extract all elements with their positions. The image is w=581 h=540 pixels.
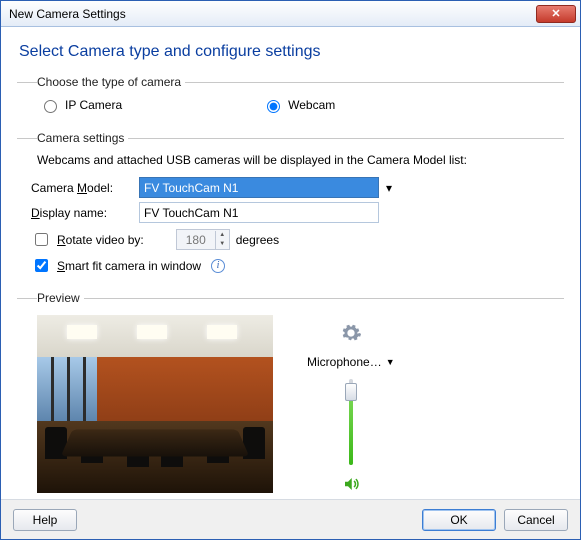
rotate-degrees-value: 180: [177, 233, 215, 247]
preview-legend: Preview: [37, 291, 84, 305]
help-button[interactable]: Help: [13, 509, 77, 531]
titlebar: New Camera Settings ✕: [1, 1, 580, 27]
camera-type-legend: Choose the type of camera: [37, 75, 185, 89]
microphone-level-slider[interactable]: [341, 379, 361, 465]
speaker-icon[interactable]: [342, 475, 360, 498]
display-name-input[interactable]: [139, 202, 379, 223]
rotate-unit: degrees: [236, 233, 279, 247]
settings-note: Webcams and attached USB cameras will be…: [37, 153, 564, 167]
display-name-label: Display name:: [31, 206, 129, 220]
smartfit-checkbox[interactable]: [35, 259, 48, 272]
camera-preview-image: [37, 315, 273, 493]
ip-camera-radio[interactable]: IP Camera: [39, 97, 122, 113]
rotate-degrees-spinner[interactable]: 180 ▲▼: [176, 229, 230, 250]
camera-settings-legend: Camera settings: [37, 131, 128, 145]
page-title: Select Camera type and configure setting…: [19, 43, 564, 61]
window-title: New Camera Settings: [9, 7, 536, 21]
microphone-dropdown[interactable]: Microphone… ▼: [307, 355, 395, 369]
microphone-panel: Microphone… ▼: [307, 321, 395, 513]
smartfit-row: Smart fit camera in window i: [31, 256, 564, 275]
camera-type-group: Choose the type of camera IP Camera Webc…: [17, 75, 564, 125]
ip-camera-label: IP Camera: [65, 98, 122, 112]
microphone-label: Microphone…: [307, 355, 382, 369]
gear-icon[interactable]: [339, 321, 363, 345]
ip-camera-radio-input[interactable]: [44, 100, 57, 113]
ok-button[interactable]: OK: [422, 509, 496, 531]
cancel-button[interactable]: Cancel: [504, 509, 568, 531]
webcam-radio-input[interactable]: [267, 100, 280, 113]
webcam-label: Webcam: [288, 98, 335, 112]
rotate-checkbox[interactable]: [35, 233, 48, 246]
close-icon: ✕: [551, 7, 560, 20]
preview-group: Preview: [17, 291, 564, 515]
camera-model-label: Camera Model:: [31, 181, 129, 195]
webcam-radio[interactable]: Webcam: [262, 97, 335, 113]
smartfit-label: Smart fit camera in window: [57, 259, 201, 273]
camera-settings-group: Camera settings Webcams and attached USB…: [17, 131, 564, 285]
display-name-row: Display name:: [31, 202, 564, 223]
rotate-label: Rotate video by:: [57, 233, 144, 247]
camera-model-dropdown[interactable]: FV TouchCam N1 ▾: [139, 177, 379, 198]
chevron-down-icon: ▾: [380, 178, 398, 197]
chevron-down-icon: ▼: [386, 357, 395, 367]
close-button[interactable]: ✕: [536, 5, 576, 23]
camera-model-row: Camera Model: FV TouchCam N1 ▾: [31, 177, 564, 198]
bottom-bar: Help OK Cancel: [1, 499, 580, 539]
rotate-row: Rotate video by: 180 ▲▼ degrees: [31, 229, 564, 250]
camera-model-value: FV TouchCam N1: [144, 181, 238, 195]
info-icon[interactable]: i: [211, 259, 225, 273]
spinner-arrows[interactable]: ▲▼: [215, 231, 229, 249]
